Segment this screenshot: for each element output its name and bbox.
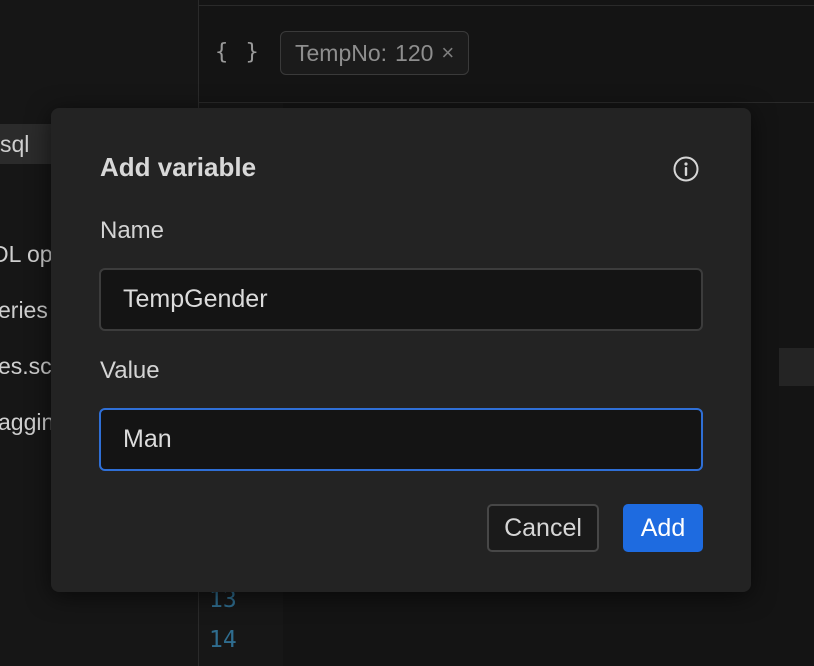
sidebar-item-ddl[interactable]: DL op	[0, 241, 53, 268]
braces-icon[interactable]: { }	[215, 40, 261, 65]
sidebar-item-label: sql	[0, 131, 30, 157]
divider	[199, 5, 814, 6]
app-window: sql DL op eries es.sc aggin { } TempNo: …	[0, 0, 814, 666]
add-button[interactable]: Add	[623, 504, 703, 552]
variable-chip[interactable]: TempNo: 120 ×	[280, 31, 470, 75]
variables-bar: { } TempNo: 120 ×	[199, 0, 814, 103]
value-input[interactable]	[99, 408, 703, 471]
dialog-title: Add variable	[100, 152, 257, 182]
variable-chip-value: 120	[395, 39, 434, 66]
sidebar-item-files[interactable]: es.sc	[0, 353, 52, 380]
variable-chip-name: TempNo:	[295, 39, 388, 66]
sidebar-item-tagging[interactable]: aggin	[0, 409, 54, 436]
cancel-button[interactable]: Cancel	[487, 504, 599, 552]
sidebar-item-label: DL op	[0, 241, 53, 267]
name-label: Name	[100, 217, 165, 244]
sidebar-item-queries[interactable]: eries	[0, 297, 48, 324]
add-variable-dialog: Add variable Name Value Cancel Add	[51, 108, 751, 592]
line-number: 14	[209, 627, 237, 653]
name-input[interactable]	[99, 268, 703, 331]
sidebar-item-label: aggin	[0, 409, 55, 435]
close-icon[interactable]: ×	[441, 40, 454, 66]
current-line-highlight	[779, 348, 814, 386]
sidebar-item-label: es.sc	[0, 353, 52, 379]
info-icon[interactable]	[673, 156, 699, 182]
value-label: Value	[100, 357, 160, 384]
sidebar-item-label: eries	[0, 297, 48, 323]
